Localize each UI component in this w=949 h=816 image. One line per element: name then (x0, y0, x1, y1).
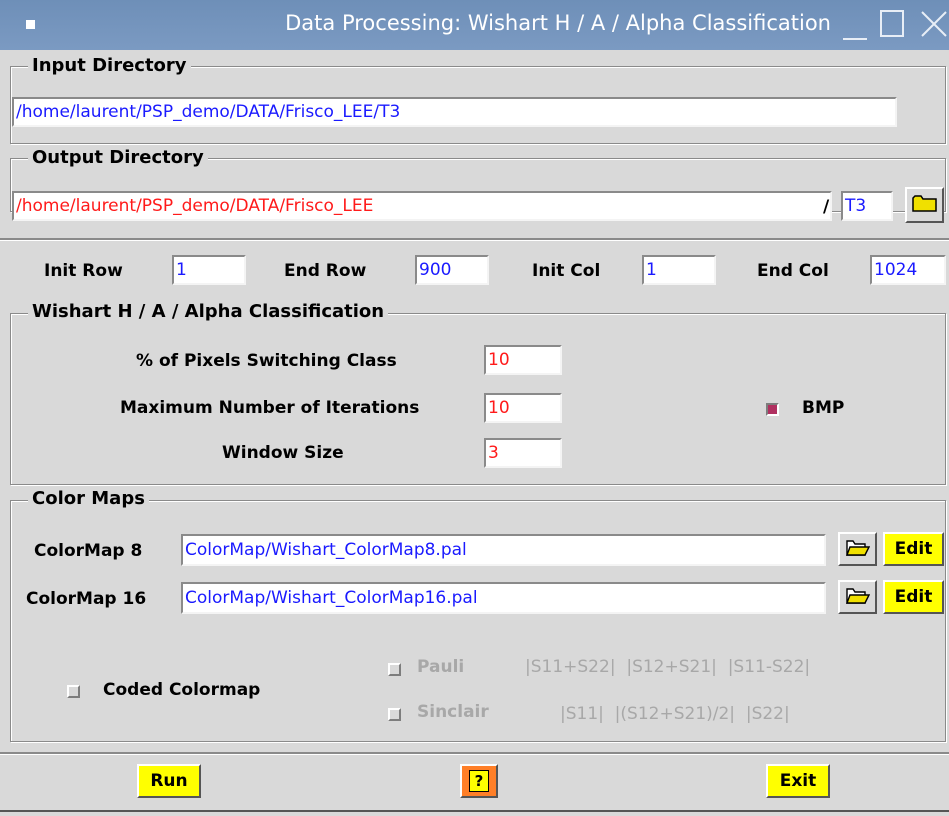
coded-colormap-label: Coded Colormap (103, 680, 261, 700)
pauli-formula: |S11+S22| |S12+S21| |S11-S22| (525, 657, 811, 677)
folder-icon (911, 193, 938, 218)
window-menu-icon[interactable] (26, 20, 35, 29)
colormap16-label: ColorMap 16 (26, 589, 147, 609)
exit-button[interactable]: Exit (766, 764, 830, 798)
init-row-label: Init Row (44, 261, 123, 281)
bmp-checkbox[interactable] (766, 403, 779, 416)
colormap8-field[interactable]: ColorMap/Wishart_ColorMap8.pal (181, 534, 826, 566)
pct-switching-field[interactable]: 10 (484, 345, 562, 375)
help-button[interactable]: ? (460, 764, 498, 798)
bmp-label: BMP (802, 398, 845, 418)
window-size-field[interactable]: 3 (484, 438, 562, 468)
open-folder-icon (845, 537, 870, 562)
end-col-field[interactable]: 1024 (870, 255, 946, 285)
sinclair-formula: |S11| |(S12+S21)/2| |S22| (560, 704, 790, 724)
sinclair-label: Sinclair (417, 702, 489, 722)
max-iterations-field[interactable]: 10 (484, 393, 562, 423)
colormap8-edit-button[interactable]: Edit (883, 532, 944, 566)
pauli-label: Pauli (417, 657, 465, 677)
window-title: Data Processing: Wishart H / A / Alpha C… (285, 11, 831, 35)
colormap16-browse-button[interactable] (838, 580, 877, 614)
max-iterations-label: Maximum Number of Iterations (120, 398, 420, 418)
open-folder-icon (845, 585, 870, 610)
help-icon: ? (469, 770, 489, 792)
maximize-icon[interactable] (880, 10, 904, 37)
colormap8-label: ColorMap 8 (34, 541, 143, 561)
colormap16-edit-button[interactable]: Edit (883, 580, 944, 614)
window-bottom-edge (0, 810, 949, 812)
run-button[interactable]: Run (137, 764, 201, 798)
title-bar: Data Processing: Wishart H / A / Alpha C… (0, 0, 949, 50)
close-icon[interactable] (918, 8, 949, 40)
pct-switching-label: % of Pixels Switching Class (136, 351, 397, 371)
end-col-label: End Col (757, 261, 829, 281)
end-row-field[interactable]: 900 (415, 255, 489, 285)
colormaps-legend: Color Maps (28, 488, 149, 509)
input-directory-legend: Input Directory (28, 55, 191, 76)
sinclair-checkbox[interactable] (388, 708, 401, 721)
output-subdir-field[interactable]: T3 (841, 191, 893, 221)
init-row-field[interactable]: 1 (172, 255, 246, 285)
output-path-separator: / (823, 197, 830, 217)
wishart-legend: Wishart H / A / Alpha Classification (28, 301, 389, 322)
pauli-checkbox[interactable] (388, 663, 401, 676)
colormap16-field[interactable]: ColorMap/Wishart_ColorMap16.pal (181, 582, 826, 614)
separator (0, 238, 949, 240)
separator (0, 752, 949, 754)
input-directory-field[interactable]: /home/laurent/PSP_demo/DATA/Frisco_LEE/T… (12, 97, 897, 127)
minimize-icon[interactable] (843, 38, 867, 40)
end-row-label: End Row (284, 261, 367, 281)
coded-colormap-checkbox[interactable] (67, 685, 80, 698)
init-col-label: Init Col (532, 261, 601, 281)
output-directory-browse-button[interactable] (905, 187, 944, 223)
output-directory-field[interactable]: /home/laurent/PSP_demo/DATA/Frisco_LEE (12, 191, 832, 221)
output-directory-legend: Output Directory (28, 147, 208, 168)
window-size-label: Window Size (222, 443, 344, 463)
colormap8-browse-button[interactable] (838, 532, 877, 566)
init-col-field[interactable]: 1 (642, 255, 716, 285)
